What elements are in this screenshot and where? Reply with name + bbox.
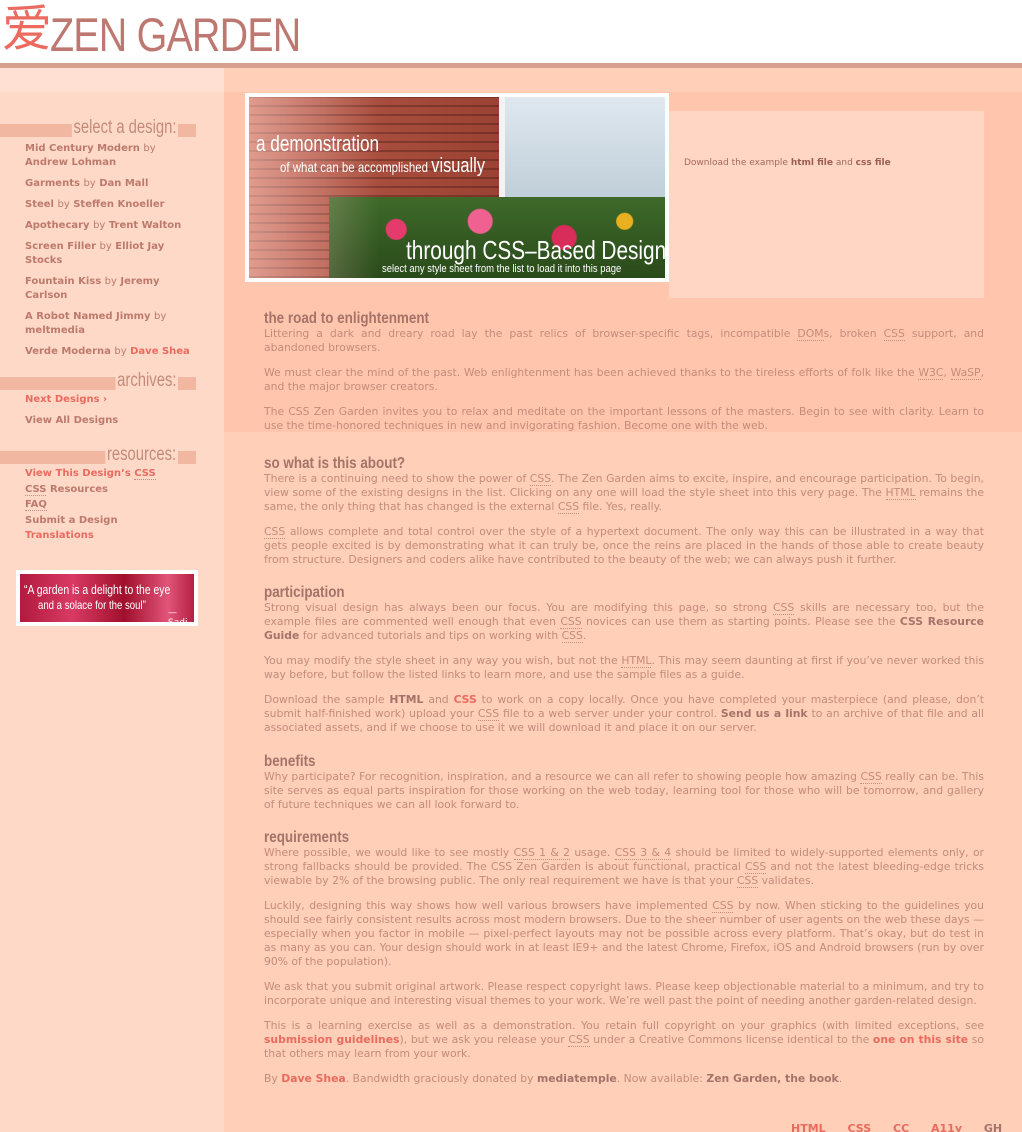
sample-css-link[interactable]: CSS bbox=[454, 693, 477, 706]
sidebar-top-band bbox=[0, 68, 224, 92]
section-title: the road to enlightenment bbox=[264, 310, 430, 327]
paragraph: Download the sample HTML and CSS to work… bbox=[264, 693, 985, 734]
footer-cc-link[interactable]: CC bbox=[893, 1122, 909, 1132]
hero-image: a demonstration of what can be accomplis… bbox=[249, 97, 665, 278]
translations-link[interactable]: Translations bbox=[25, 530, 94, 541]
download-box: Download the example html file and css f… bbox=[669, 111, 984, 298]
design-item-current[interactable]: Verde Moderna by Dave Shea bbox=[25, 345, 200, 359]
design-item[interactable]: Mid Century Modern by Andrew Lohman bbox=[25, 142, 200, 170]
hero-banner: a demonstration of what can be accomplis… bbox=[245, 93, 669, 282]
faq-link[interactable]: FAQ bbox=[25, 499, 47, 511]
paragraph: Why participate? For recognition, inspir… bbox=[264, 770, 984, 811]
design-item[interactable]: Fountain Kiss by Jeremy Carlson bbox=[25, 275, 200, 303]
logo-glyph: 爱 bbox=[2, 0, 52, 58]
archives-list: Next Designs › View All Designs bbox=[25, 393, 200, 435]
design-item[interactable]: Apothecary by Trent Walton bbox=[25, 219, 200, 233]
submission-guidelines-link[interactable]: submission guidelines bbox=[264, 1033, 399, 1046]
quote-attribution: — Sadi bbox=[168, 608, 187, 622]
license-link[interactable]: one on this site bbox=[873, 1033, 968, 1046]
section-about: so what is this about? There is a contin… bbox=[264, 455, 984, 578]
paragraph: This is a learning exercise as well as a… bbox=[264, 1019, 984, 1060]
footer-gh-link[interactable]: GH bbox=[984, 1122, 1002, 1132]
footer-links: HTML CSS CC A11y GH bbox=[791, 1122, 1020, 1132]
css-resources-link[interactable]: CSS Resources bbox=[25, 483, 200, 497]
section-road: the road to enlightenment Littering a da… bbox=[264, 310, 984, 444]
paragraph: The CSS Zen Garden invites you to relax … bbox=[264, 405, 984, 432]
design-item[interactable]: Steel by Steffen Knoeller bbox=[25, 198, 200, 212]
quote-line-1: “A garden is a delight to the eye bbox=[24, 582, 171, 597]
credits: By Dave Shea. Bandwidth graciously donat… bbox=[264, 1072, 843, 1085]
site-header: 爱 ZEN GARDEN bbox=[0, 0, 1022, 64]
view-all-designs-link[interactable]: View All Designs bbox=[25, 415, 118, 426]
footer-a11y-link[interactable]: A11y bbox=[931, 1122, 962, 1132]
paragraph: We ask that you submit original artwork.… bbox=[264, 980, 984, 1007]
submit-design-link[interactable]: Submit a Design bbox=[25, 515, 118, 526]
sample-html-link[interactable]: HTML bbox=[389, 693, 423, 706]
quote-line-2: and a solace for the soul” bbox=[38, 598, 146, 612]
css-file-link[interactable]: css file bbox=[856, 158, 891, 168]
paragraph: We must clear the mind of the past. Web … bbox=[264, 366, 984, 393]
paragraph: CSS allows complete and total control ov… bbox=[264, 525, 984, 566]
paragraph: Littering a dark and dreary road lay the… bbox=[264, 327, 985, 354]
garden-quote-banner: “A garden is a delight to the eye and a … bbox=[16, 570, 198, 626]
next-designs-link[interactable]: Next Designs › bbox=[25, 394, 107, 405]
paragraph: Where possible, we would like to see mos… bbox=[264, 846, 984, 888]
section-benefits: benefits Why participate? For recognitio… bbox=[264, 753, 984, 823]
design-item[interactable]: Garments by Dan Mall bbox=[25, 177, 200, 191]
section-participation: participation Strong visual design has a… bbox=[264, 584, 984, 746]
paragraph: There is a continuing need to show the p… bbox=[264, 472, 984, 514]
paragraph: Strong visual design has always been our… bbox=[264, 601, 984, 643]
resources-list: View This Design’s CSS CSS Resources FAQ… bbox=[25, 467, 200, 545]
design-item[interactable]: A Robot Named Jimmy by meltmedia bbox=[25, 310, 200, 338]
book-link[interactable]: Zen Garden, the book bbox=[706, 1072, 838, 1085]
hero-line-4: select any style sheet from the list to … bbox=[382, 263, 622, 275]
resources-heading: resources: bbox=[0, 444, 196, 466]
archives-heading: archives: bbox=[0, 370, 196, 392]
section-requirements: requirements Where possible, we would li… bbox=[264, 829, 984, 1097]
html-file-link[interactable]: html file bbox=[791, 158, 833, 168]
view-css-link[interactable]: View This Design’s CSS bbox=[25, 467, 200, 481]
hero-line-1: a demonstration bbox=[256, 131, 380, 156]
send-link[interactable]: Send us a link bbox=[721, 707, 808, 720]
hero-line-2: of what can be accomplished visually bbox=[280, 155, 486, 177]
paragraph: You may modify the style sheet in any wa… bbox=[264, 654, 984, 681]
section-title: so what is this about? bbox=[264, 455, 406, 472]
hero-line-3: through CSS–Based Design bbox=[406, 235, 665, 265]
flower-image: “A garden is a delight to the eye and a … bbox=[20, 574, 194, 622]
section-title: requirements bbox=[264, 829, 350, 846]
host-link[interactable]: mediatemple bbox=[537, 1072, 617, 1085]
section-title: benefits bbox=[264, 753, 316, 770]
paragraph: Luckily, designing this way shows how we… bbox=[264, 899, 984, 968]
footer-html-link[interactable]: HTML bbox=[791, 1122, 826, 1132]
design-item[interactable]: Screen Filler by Elliot Jay Stocks bbox=[25, 240, 200, 268]
site-logo[interactable]: ZEN GARDEN bbox=[50, 9, 301, 61]
select-design-heading: select a design: bbox=[0, 117, 196, 139]
section-title: participation bbox=[264, 584, 345, 601]
design-list: Mid Century Modern by Andrew Lohman Garm… bbox=[25, 142, 200, 366]
footer-css-link[interactable]: CSS bbox=[848, 1122, 872, 1132]
author-link[interactable]: Dave Shea bbox=[281, 1072, 345, 1085]
